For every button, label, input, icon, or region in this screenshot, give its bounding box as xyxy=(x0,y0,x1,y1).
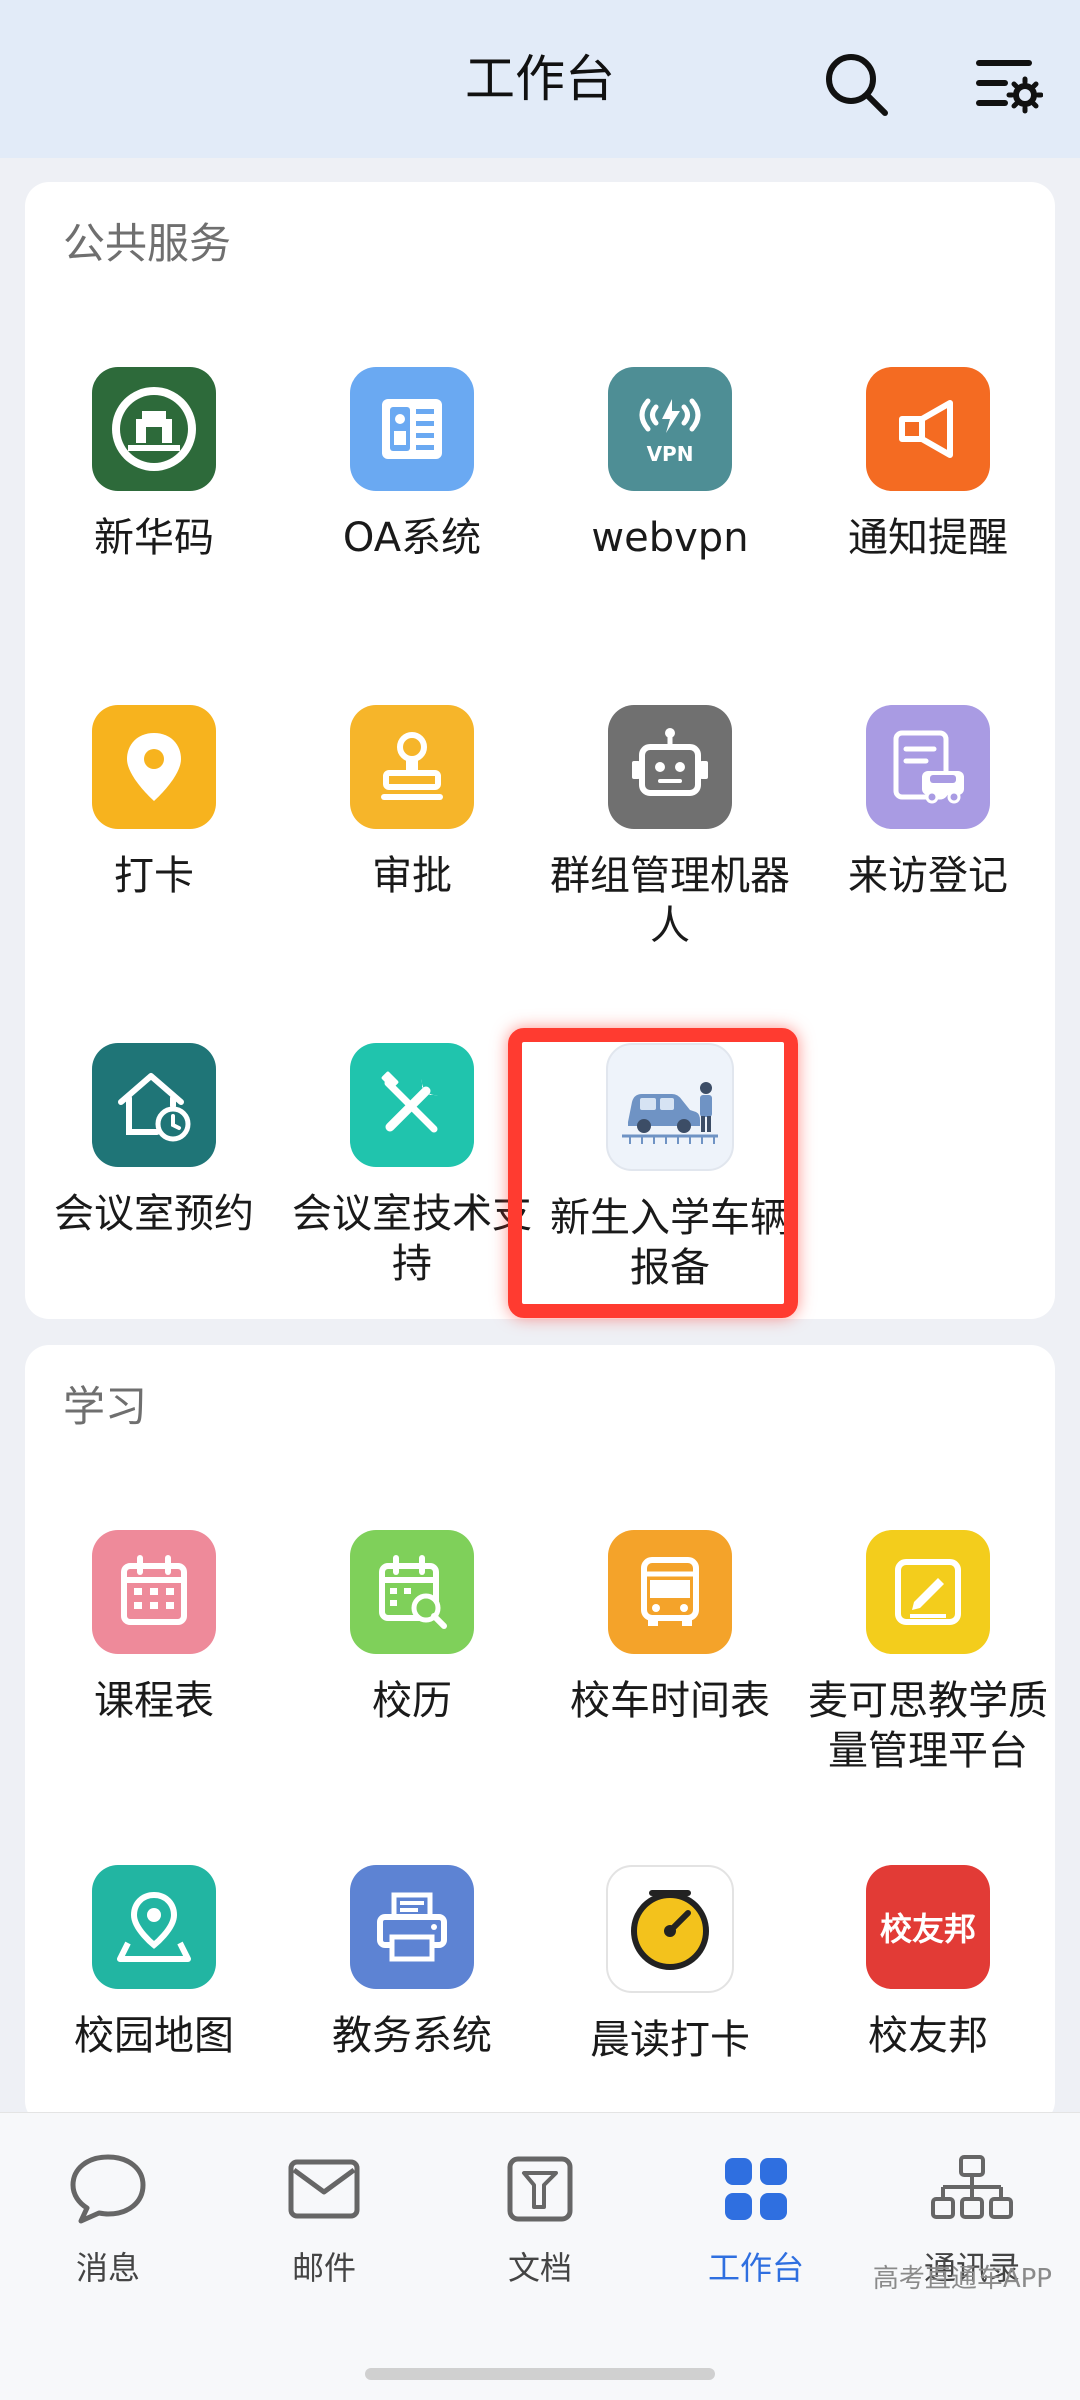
app-school-calendar[interactable]: 校历 xyxy=(283,1530,541,1726)
app-label: 校车时间表 xyxy=(570,1678,770,1724)
app-label: 打卡 xyxy=(114,853,194,899)
mail-icon xyxy=(288,2159,360,2219)
app-label: 新华码 xyxy=(94,515,214,561)
tab-documents[interactable]: 文档 xyxy=(432,2149,648,2289)
document-icon xyxy=(507,2156,573,2222)
tab-mail[interactable]: 邮件 xyxy=(216,2149,432,2289)
app-campus-map[interactable]: 校园地图 xyxy=(25,1865,283,2061)
vpn-icon: VPN xyxy=(608,367,732,491)
app-label: 晨读打卡 xyxy=(590,2017,750,2063)
app-approval[interactable]: 审批 xyxy=(283,705,541,901)
tab-label: 邮件 xyxy=(291,2249,356,2287)
home-clock-icon xyxy=(92,1043,216,1167)
app-xinhua-code[interactable]: 新华码 xyxy=(25,367,283,563)
app-label: 校园地图 xyxy=(74,2013,234,2059)
section-title-public: 公共服务 xyxy=(63,219,232,268)
map-pin-icon xyxy=(92,1865,216,1989)
app-notice[interactable]: 通知提醒 xyxy=(799,367,1057,563)
app-label: 会议室预约 xyxy=(54,1191,254,1237)
search-button[interactable] xyxy=(816,44,896,124)
settings-button[interactable] xyxy=(968,44,1048,124)
app-label: 麦可思教学质量管理平台 xyxy=(808,1678,1048,1774)
app-label: 通知提醒 xyxy=(848,515,1008,561)
section-title-study: 学习 xyxy=(63,1382,148,1431)
visitor-car-icon xyxy=(866,705,990,829)
app-meeting-room-support[interactable]: 会议室技术支持 xyxy=(283,1043,541,1289)
alarm-clock-icon xyxy=(606,1865,734,1993)
tab-workbench[interactable]: 工作台 xyxy=(648,2149,864,2289)
app-label: 来访登记 xyxy=(848,853,1008,899)
document-icon xyxy=(350,367,474,491)
app-bus-schedule[interactable]: 校车时间表 xyxy=(541,1530,799,1726)
tab-label: 文档 xyxy=(507,2249,572,2287)
app-meeting-room-booking[interactable]: 会议室预约 xyxy=(25,1043,283,1239)
edit-note-icon xyxy=(866,1530,990,1654)
stamp-icon xyxy=(350,705,474,829)
home-indicator[interactable] xyxy=(365,2368,715,2380)
megaphone-icon xyxy=(866,367,990,491)
alumni-logo-icon: 校友邦 xyxy=(866,1865,990,1989)
svg-text:VPN: VPN xyxy=(647,442,694,466)
robot-icon xyxy=(608,705,732,829)
tab-messages[interactable]: 消息 xyxy=(0,2149,216,2289)
app-webvpn[interactable]: VPN webvpn xyxy=(541,367,799,563)
app-label: 校友邦 xyxy=(868,2013,988,2059)
app-alumni[interactable]: 校友邦 校友邦 xyxy=(799,1865,1057,2061)
app-course-schedule[interactable]: 课程表 xyxy=(25,1530,283,1726)
tab-label: 消息 xyxy=(75,2249,140,2287)
app-label: OA系统 xyxy=(342,515,482,561)
tools-icon xyxy=(350,1043,474,1167)
app-check-in[interactable]: 打卡 xyxy=(25,705,283,901)
car-person-icon xyxy=(606,1043,734,1171)
app-freshman-vehicle-registration[interactable]: 新生入学车辆报备 xyxy=(541,1043,799,1293)
app-label: 课程表 xyxy=(94,1678,214,1724)
app-academic-system[interactable]: 教务系统 xyxy=(283,1865,541,2061)
app-mycos-quality[interactable]: 麦可思教学质量管理平台 xyxy=(799,1530,1057,1776)
calendar-icon xyxy=(92,1530,216,1654)
grid-icon xyxy=(725,2158,787,2220)
app-morning-reading[interactable]: 晨读打卡 xyxy=(541,1865,799,2065)
app-label: 审批 xyxy=(372,853,452,899)
bus-icon xyxy=(608,1530,732,1654)
app-label: webvpn xyxy=(591,515,749,561)
org-chart-icon xyxy=(931,2155,1013,2219)
search-icon xyxy=(826,54,888,116)
tab-label: 工作台 xyxy=(707,2249,804,2287)
alumni-logo-text: 校友邦 xyxy=(879,1910,976,1948)
app-label: 教务系统 xyxy=(332,2013,492,2059)
calendar-search-icon xyxy=(350,1530,474,1654)
printer-icon xyxy=(350,1865,474,1989)
app-label: 校历 xyxy=(372,1678,452,1724)
app-oa-system[interactable]: OA系统 xyxy=(283,367,541,563)
page-title: 工作台 xyxy=(465,50,615,108)
app-group-robot[interactable]: 群组管理机器人 xyxy=(541,705,799,951)
app-label: 新生入学车辆报备 xyxy=(550,1195,790,1291)
header: 工作台 xyxy=(0,0,1080,158)
location-pin-icon xyxy=(92,705,216,829)
app-label: 会议室技术支持 xyxy=(292,1191,532,1287)
campus-emblem-icon xyxy=(92,367,216,491)
list-settings-icon xyxy=(976,60,1043,114)
study-card: 学习 课程表 校历 校车时间表 麦可思教学质量管理平台 校园地图 教务系统 晨读… xyxy=(25,1345,1055,2125)
chat-bubble-icon xyxy=(70,2154,146,2224)
app-visitor-registration[interactable]: 来访登记 xyxy=(799,705,1057,901)
public-services-card: 公共服务 新华码 OA系统 VPN webvpn 通知提醒 打卡 审批 群组管理… xyxy=(25,182,1055,1319)
bottom-tab-bar: 消息 邮件 文档 工作台 通讯录 xyxy=(0,2112,1080,2400)
app-label: 群组管理机器人 xyxy=(550,853,790,949)
watermark: 高考直通车APP xyxy=(872,2264,1052,2294)
